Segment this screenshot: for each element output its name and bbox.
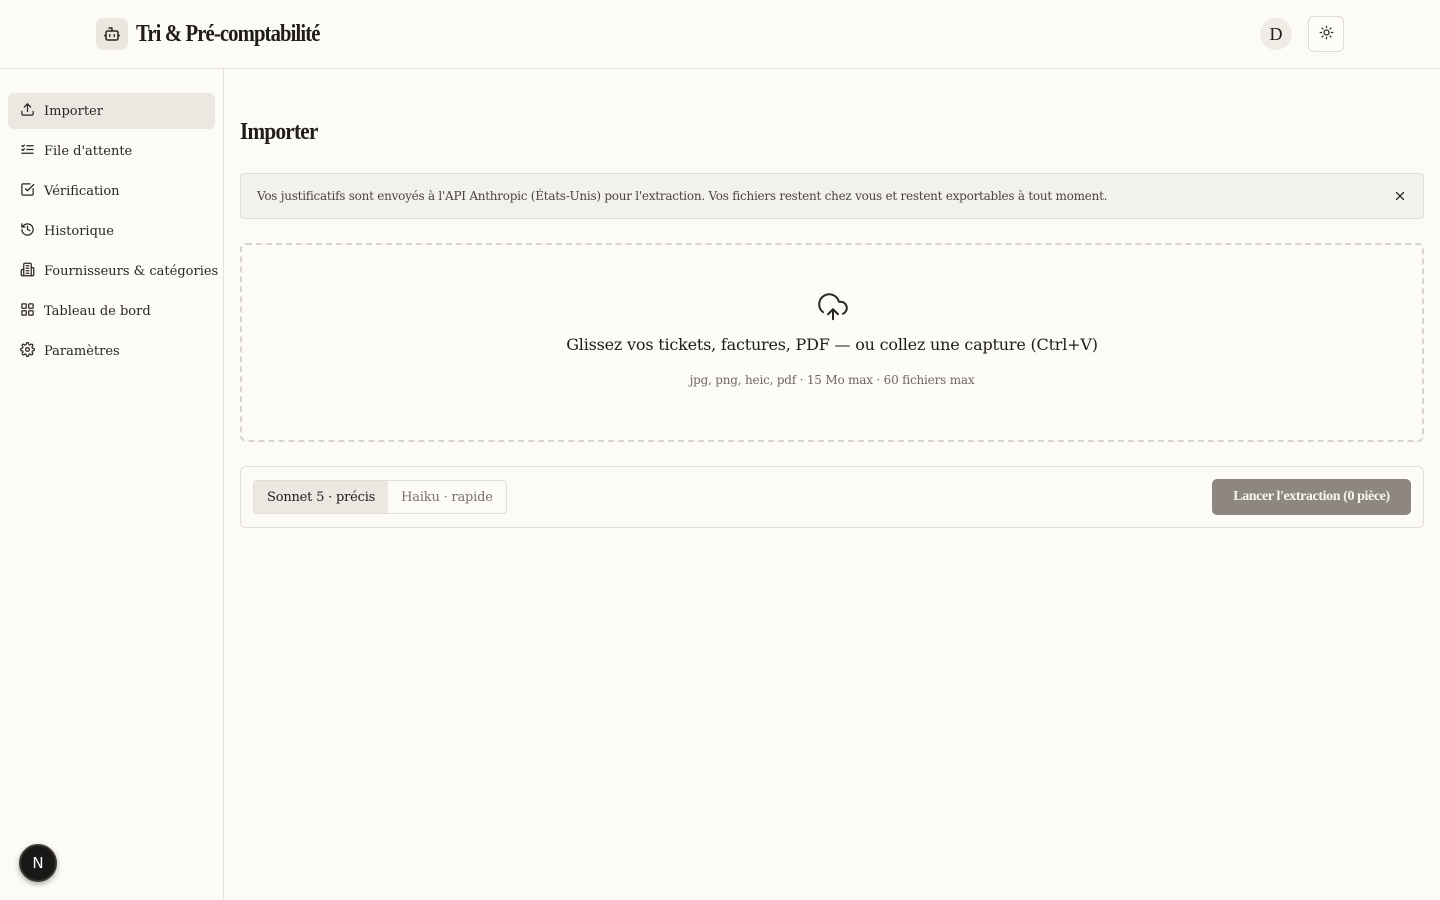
sidebar-item-label: Vérification: [44, 183, 120, 199]
close-icon[interactable]: [1393, 189, 1407, 203]
building-icon: [20, 262, 35, 281]
sidebar: Importer File d'attente Vérification His…: [0, 69, 224, 900]
sidebar-item-historique[interactable]: Historique: [8, 213, 215, 249]
sidebar-nav: Importer File d'attente Vérification His…: [8, 93, 219, 373]
sun-icon: [1319, 25, 1334, 44]
history-icon: [20, 222, 35, 241]
notice-text: Vos justificatifs sont envoyés à l'API A…: [257, 189, 1108, 203]
privacy-notice: Vos justificatifs sont envoyés à l'API A…: [240, 173, 1424, 219]
sidebar-item-fournisseurs[interactable]: Fournisseurs & catégories: [8, 253, 219, 289]
list-checks-icon: [20, 142, 35, 161]
page-title: Importer: [240, 119, 318, 145]
start-extraction-button[interactable]: Lancer l'extraction (0 pièce): [1212, 479, 1411, 515]
sidebar-item-file-attente[interactable]: File d'attente: [8, 133, 215, 169]
dev-badge[interactable]: N: [19, 844, 57, 882]
sidebar-item-label: Paramètres: [44, 343, 120, 359]
model-option-sonnet[interactable]: Sonnet 5 · précis: [254, 481, 389, 513]
sidebar-item-verification[interactable]: Vérification: [8, 173, 215, 209]
theme-toggle-button[interactable]: [1308, 16, 1344, 52]
app-title: Tri & Pré-comptabilité: [136, 20, 320, 47]
robot-icon: [96, 18, 128, 50]
user-avatar[interactable]: D: [1260, 18, 1292, 50]
model-option-haiku[interactable]: Haiku · rapide: [388, 481, 506, 513]
sidebar-item-importer[interactable]: Importer: [8, 93, 215, 129]
dropzone-subtitle: jpg, png, heic, pdf · 15 Mo max · 60 fic…: [689, 373, 975, 387]
top-bar: Tri & Pré-comptabilité D: [0, 0, 1440, 69]
dashboard-grid-icon: [20, 302, 35, 321]
cloud-upload-icon: [817, 293, 849, 327]
brand[interactable]: Tri & Pré-comptabilité: [96, 18, 349, 50]
sidebar-item-parametres[interactable]: Paramètres: [8, 333, 215, 369]
sidebar-item-label: Tableau de bord: [44, 303, 151, 319]
dropzone-title: Glissez vos tickets, factures, PDF — ou …: [566, 335, 1098, 354]
sidebar-item-label: Historique: [44, 223, 114, 239]
extraction-bar: Sonnet 5 · précis Haiku · rapide Lancer …: [240, 466, 1424, 528]
gear-icon: [20, 341, 35, 361]
sidebar-item-label: File d'attente: [44, 143, 133, 159]
upload-icon: [20, 102, 35, 121]
sidebar-item-label: Fournisseurs & catégories: [44, 263, 219, 279]
file-dropzone[interactable]: Glissez vos tickets, factures, PDF — ou …: [240, 243, 1424, 442]
sidebar-item-tableau-de-bord[interactable]: Tableau de bord: [8, 293, 215, 329]
check-square-icon: [20, 182, 35, 201]
sidebar-item-label: Importer: [44, 103, 103, 119]
model-selector: Sonnet 5 · précis Haiku · rapide: [253, 480, 507, 514]
